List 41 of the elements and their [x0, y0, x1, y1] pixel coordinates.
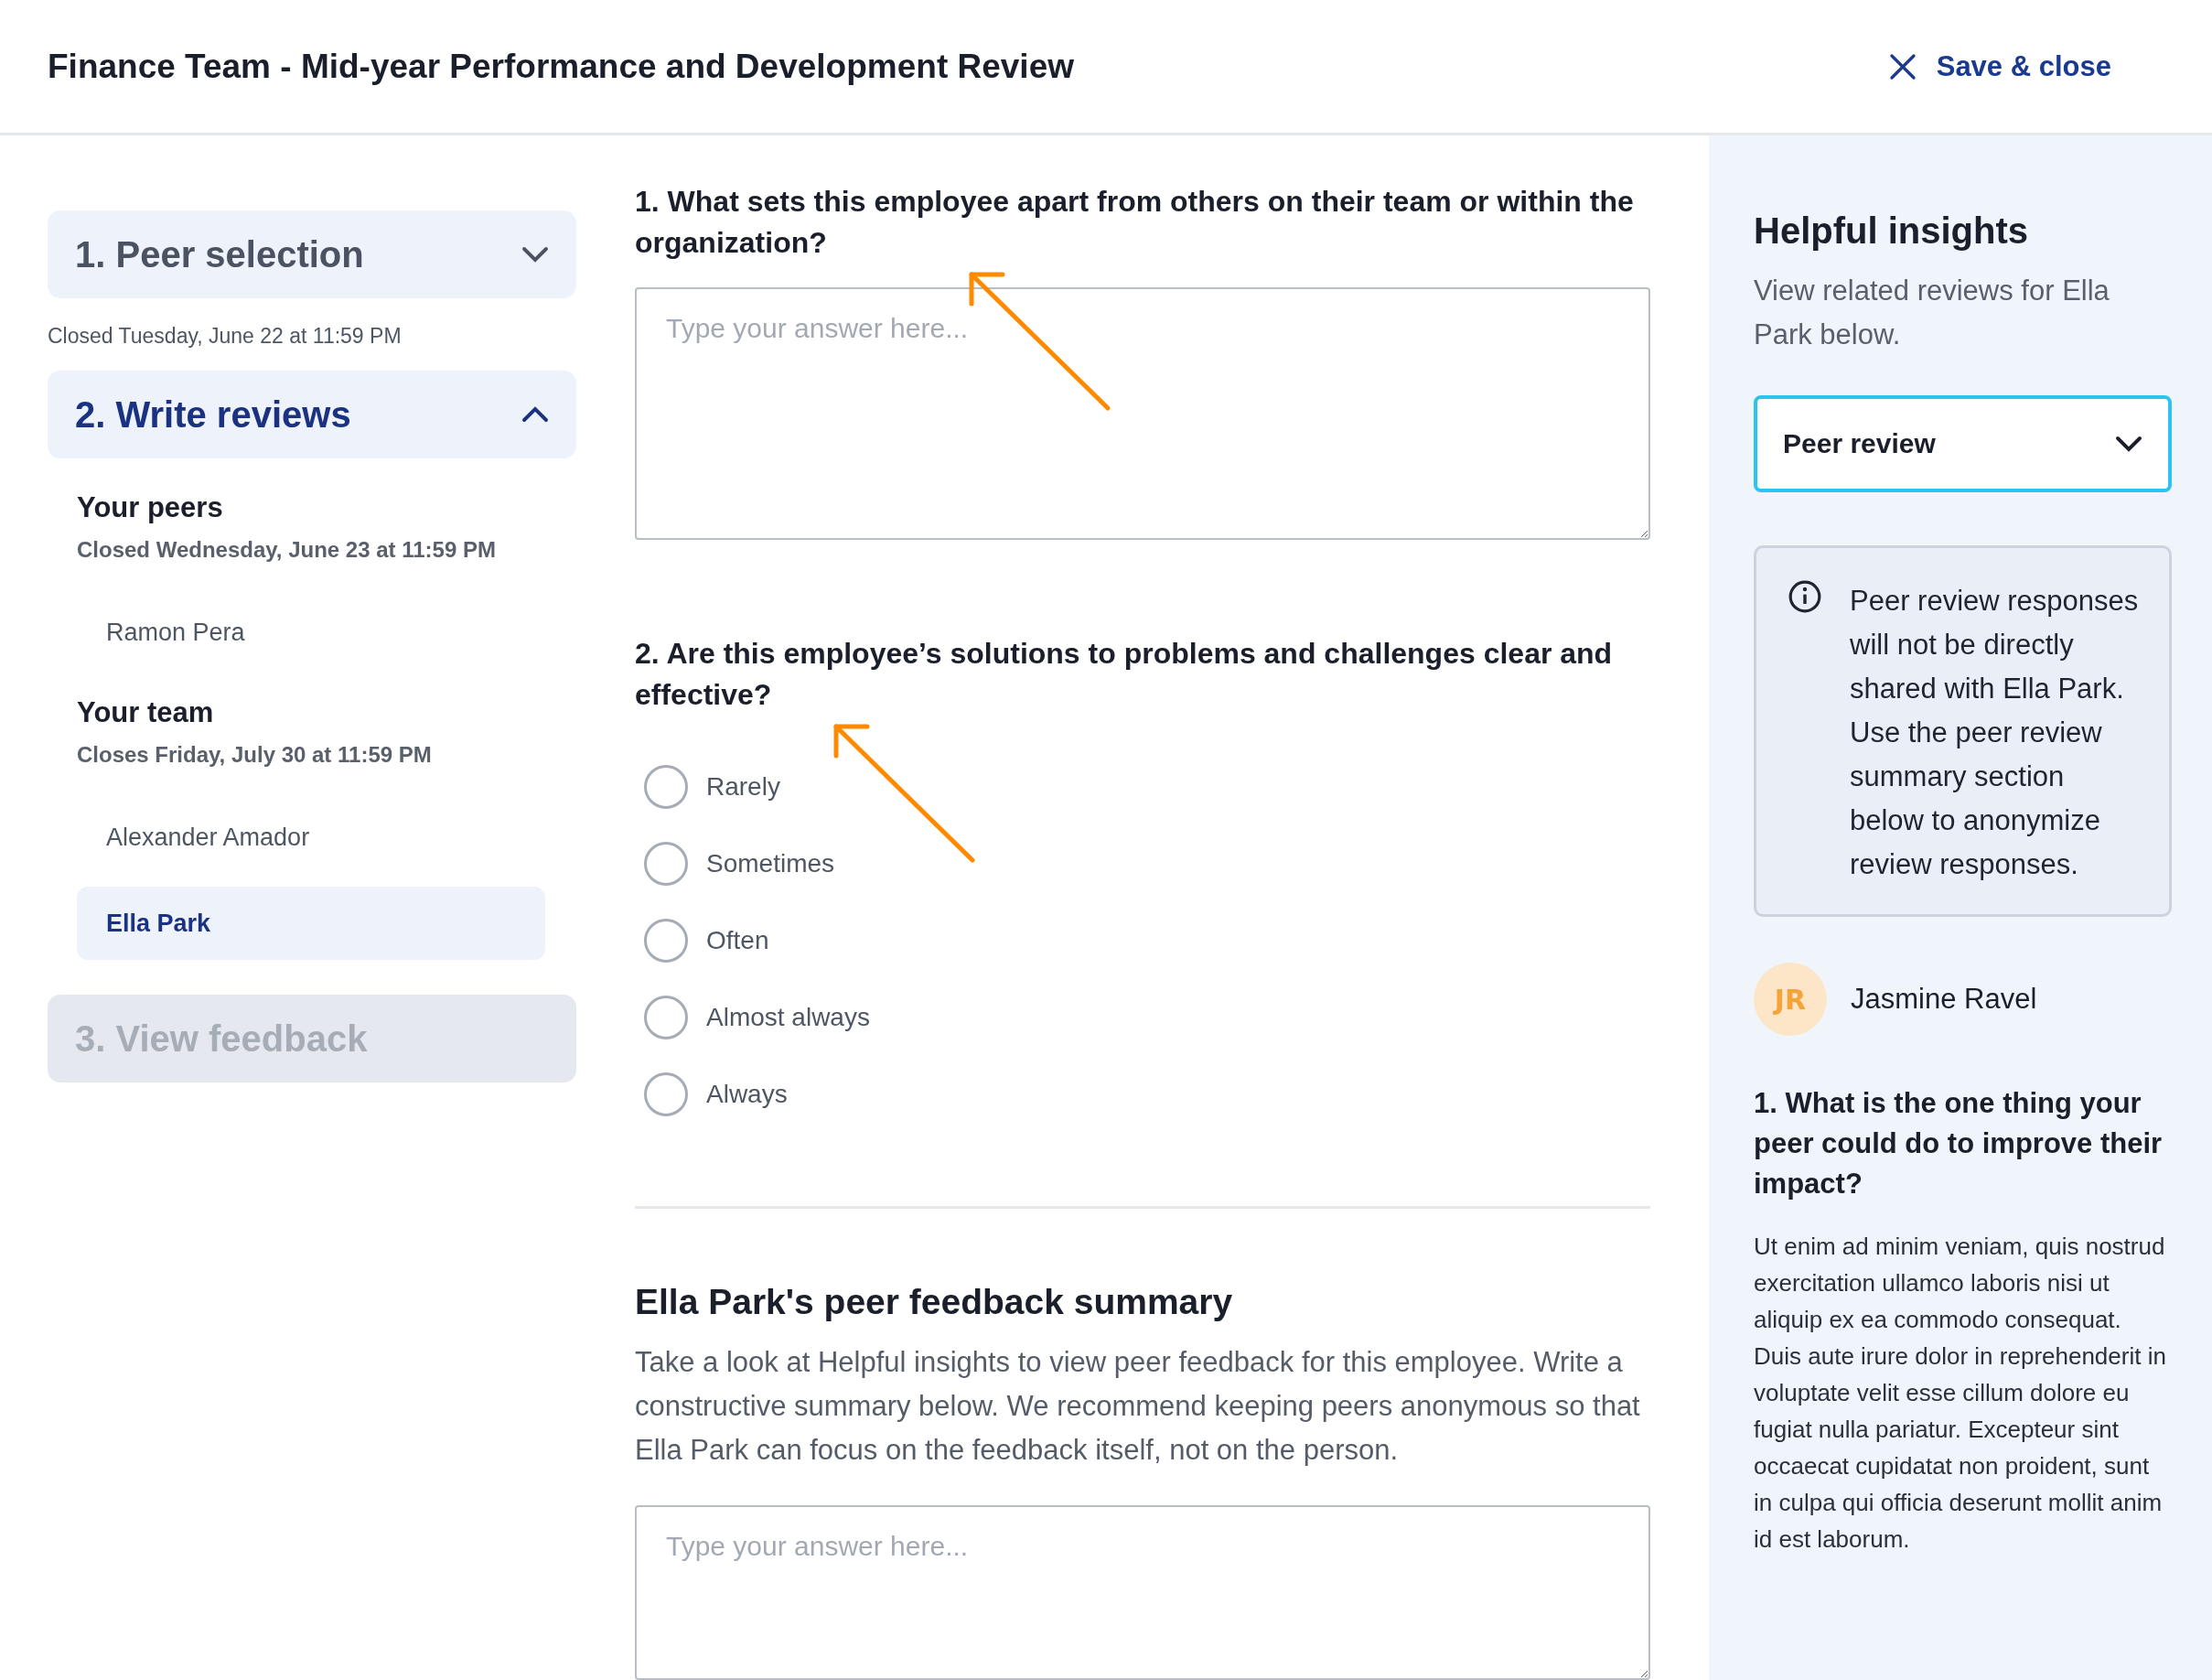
radio-button[interactable]	[644, 765, 688, 809]
chevron-down-icon	[521, 246, 549, 263]
radio-button[interactable]	[644, 996, 688, 1039]
review-question: 1. What is the one thing your peer could do to improve their impact?	[1754, 1086, 2164, 1201]
option-label: Often	[706, 926, 769, 955]
group-title: Your peers	[77, 491, 224, 524]
group-deadline: Closes Friday, July 30 at 11:59 PM	[77, 742, 433, 768]
radio-button[interactable]	[644, 1072, 688, 1116]
question-title: 2. Are this employee’s solutions to problems and challenges clear and effective?	[635, 636, 1614, 713]
answer-field[interactable]: Type your answer here...	[635, 1505, 1650, 1680]
step-header[interactable]: 1. Peer selection	[48, 210, 576, 298]
person-item[interactable]: Ella Park	[77, 887, 545, 960]
reviewer-avatar: JR	[1754, 963, 1827, 1036]
save-close-button[interactable]: Save & close	[1888, 44, 2111, 89]
radio-button[interactable]	[644, 842, 688, 886]
step-header[interactable]: 2. Write reviews	[48, 371, 576, 458]
chevron-down-icon	[2115, 436, 2142, 452]
person-item[interactable]: Ramon Pera	[77, 596, 545, 669]
close-icon	[1888, 52, 1917, 81]
radio-button[interactable]	[644, 919, 688, 963]
chevron-up-icon	[521, 406, 549, 423]
reviewer-name: Jasmine Ravel	[1851, 983, 2037, 1016]
review-answer: Ut enim ad minim veniam, quis nostrud exercitation ullamco laboris nisi ut aliquip ex ea commodo consequat. Duis aute irure dolor in reprehenderit in voluptate velit esse cillum dolore eu fugiat nulla pariatur. Excepteur sint occaecat cupidatat non proident, sunt in culpa qui officia deserunt mollit anim id est laborum.	[1754, 1232, 2167, 1555]
option-label: Rarely	[706, 772, 780, 802]
option-label: Always	[706, 1080, 788, 1109]
option-label: Sometimes	[706, 849, 835, 878]
person-item[interactable]: Alexander Amador	[77, 801, 545, 874]
summary-description: Take a look at Helpful insights to view peer feedback for this employee. Write a constructive summary below. We recommend keeping peers anonymous so that Ella Park can focus on the feedback itself, not on the person.	[635, 1345, 1641, 1468]
insights-subtitle: View related reviews for Ella Park below.	[1754, 274, 2110, 352]
group-title: Your team	[77, 696, 215, 729]
group-deadline: Closed Wednesday, June 23 at 11:59 PM	[77, 537, 497, 563]
notice-text: Peer review responses will not be directly shared with Ella Park. Use the peer review summary section below to anonymize review responses.	[1850, 584, 2140, 882]
answer-field[interactable]: Type your answer here...	[635, 287, 1650, 540]
insights-title: Helpful insights	[1754, 210, 2029, 253]
option-label: Almost always	[706, 1003, 870, 1032]
info-icon	[1788, 579, 1822, 614]
question-title: 1. What sets this employee apart from others on their team or within the organization?	[635, 184, 1635, 261]
review-type-select[interactable]: Peer review	[1754, 395, 2172, 492]
page-title: Finance Team - Mid-year Performance and Development Review	[48, 47, 1074, 86]
summary-title: Ella Park's peer feedback summary	[635, 1282, 1234, 1322]
step-note: Closed Tuesday, June 22 at 11:59 PM	[48, 324, 403, 349]
